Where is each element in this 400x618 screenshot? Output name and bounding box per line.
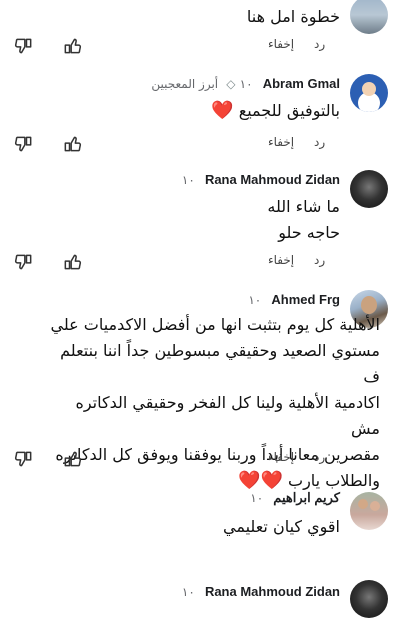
hide-button[interactable]: إخفاء [268, 253, 294, 267]
avatar[interactable] [350, 0, 388, 34]
author-name[interactable]: Rana Mahmoud Zidan [205, 584, 340, 599]
reply-button[interactable]: رد [314, 37, 325, 51]
dislike-icon[interactable] [14, 134, 34, 154]
hide-button[interactable]: إخفاء [268, 37, 294, 51]
timestamp: ١٠ [181, 585, 195, 599]
author-name[interactable]: كريم ابراهيم [273, 490, 340, 505]
comment-text: حاجه حلو [278, 223, 340, 242]
timestamp: ١٠ [181, 173, 195, 187]
comment-header: Rana Mahmoud Zidan ١٠ [182, 172, 340, 189]
reply-button[interactable]: رد [314, 450, 325, 464]
comment-text-line: مستوي الصعيد وحقيقي مبسوطين جداً اننا بن… [60, 341, 380, 386]
reply-button[interactable]: رد [314, 253, 325, 267]
comment-text: خطوة امل هنا [246, 7, 340, 26]
comment-text-content: بالتوفيق للجميع [238, 101, 340, 120]
avatar[interactable] [350, 580, 388, 618]
avatar[interactable] [350, 170, 388, 208]
hide-button[interactable]: إخفاء [268, 450, 294, 464]
like-icon[interactable] [62, 36, 82, 56]
comment-header: Abram Gmal ١٠ ◇ أبرز المعجبين [151, 76, 340, 93]
comment-text-content: والطلاب يارب [288, 471, 380, 490]
comment-header: Rana Mahmoud Zidan ١٠ [182, 584, 340, 601]
author-name[interactable]: Rana Mahmoud Zidan [205, 172, 340, 187]
comment-text: بالتوفيق للجميع ❤️ [211, 98, 340, 124]
timestamp: ١٠ [239, 77, 253, 91]
dislike-icon[interactable] [14, 36, 34, 56]
comment-actions: رد إخفاء [0, 447, 400, 471]
comment-header: Ahmed Frg ١٠ [248, 292, 340, 309]
hide-button[interactable]: إخفاء [268, 135, 294, 149]
comment-text-line: اكادمية الأهلية ولينا كل الفخر وحقيقي ال… [75, 393, 380, 438]
comment-text-line: الأهلية كل يوم بتثبت انها من أفضل الاكدم… [50, 315, 381, 334]
top-fan-badge: أبرز المعجبين [151, 77, 219, 91]
timestamp: ١٠ [248, 293, 262, 307]
dislike-icon[interactable] [14, 449, 34, 469]
comment-text: ما شاء الله [267, 197, 340, 216]
diamond-icon: ◇ [226, 77, 236, 91]
dislike-icon[interactable] [14, 252, 34, 272]
avatar[interactable] [350, 74, 388, 112]
avatar[interactable] [350, 492, 388, 530]
comment-actions: رد إخفاء [0, 34, 400, 58]
heart-emoji: ❤️ [211, 100, 234, 121]
like-icon[interactable] [62, 134, 82, 154]
comment-text: اقوي كيان تعليمي [222, 517, 340, 536]
author-name[interactable]: Ahmed Frg [271, 292, 340, 307]
timestamp: ١٠ [250, 491, 264, 505]
like-icon[interactable] [62, 252, 82, 272]
comment-actions: رد إخفاء [0, 132, 400, 156]
heart-emoji: ❤️❤️ [238, 470, 283, 491]
reply-button[interactable]: رد [314, 135, 325, 149]
comment-header: كريم ابراهيم ١٠ [250, 490, 340, 507]
author-name[interactable]: Abram Gmal [263, 76, 340, 91]
like-icon[interactable] [62, 449, 82, 469]
comment-actions: رد إخفاء [0, 250, 400, 274]
